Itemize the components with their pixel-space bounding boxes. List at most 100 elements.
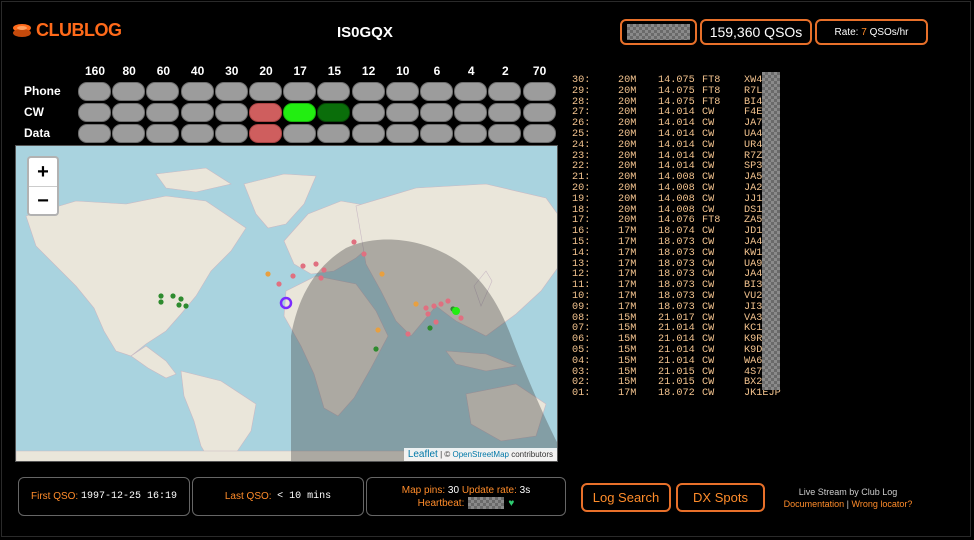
map-pin <box>373 346 379 352</box>
wrong-locator-link[interactable]: Wrong locator? <box>852 499 913 509</box>
log-mode: CW <box>702 193 715 205</box>
south-america <box>180 370 257 461</box>
band-cell <box>420 82 453 101</box>
band-cell <box>351 103 385 122</box>
band-cell <box>214 82 248 101</box>
redacted-heartbeat <box>468 497 505 509</box>
log-row: 04: 15M 21.014 CW WA6 <box>572 355 764 368</box>
map-pin <box>427 325 433 331</box>
band-cell <box>78 124 111 143</box>
map-pin <box>176 302 182 308</box>
osm-link[interactable]: OpenStreetMap <box>452 450 508 459</box>
band-cell <box>488 82 522 101</box>
map-pin <box>361 251 367 257</box>
log-freq: 14.008 <box>658 193 695 205</box>
band-cell <box>78 82 111 101</box>
mode-label: Phone <box>24 84 61 98</box>
zoom-in-button[interactable]: + <box>29 158 57 187</box>
band-cell <box>283 124 317 143</box>
band-header: 4 <box>467 64 475 78</box>
band-header: 2 <box>502 64 509 78</box>
map-attribution: Leaflet | © OpenStreetMap contributors <box>403 448 557 461</box>
band-cell <box>317 124 351 143</box>
clublog-logo[interactable]: CLUBLOG <box>12 20 122 41</box>
log-band: 15M <box>618 355 637 367</box>
qso-count: 159,360 QSOs <box>709 24 803 40</box>
update-rate-value: 3s <box>519 484 531 496</box>
zoom-out-button[interactable]: − <box>29 187 57 215</box>
log-freq: 18.073 <box>658 301 695 313</box>
band-cell <box>317 103 351 122</box>
log-band: 20M <box>618 139 637 151</box>
band-header: 12 <box>361 64 376 78</box>
log-n: 04: <box>572 355 591 367</box>
rate-label: Rate: <box>834 26 859 38</box>
band-header: 60 <box>156 64 171 78</box>
dx-spots-button[interactable]: DX Spots <box>676 483 765 512</box>
qso-map[interactable]: + − Leaflet | © OpenStreetMap contributo… <box>15 145 558 462</box>
heartbeat-icon: ♥ <box>508 497 515 509</box>
band-cell <box>180 82 214 101</box>
first-qso-box: First QSO: 1997-12-25 16:19 <box>18 477 190 516</box>
log-n: 14: <box>572 247 591 259</box>
leaflet-link[interactable]: Leaflet <box>408 449 438 460</box>
log-search-button[interactable]: Log Search <box>581 483 671 512</box>
log-n: 19: <box>572 193 591 205</box>
log-freq: 14.014 <box>658 139 695 151</box>
band-cell <box>112 124 146 143</box>
update-rate-label: Update rate: <box>461 484 517 496</box>
zoom-control: + − <box>27 156 59 216</box>
band-cell <box>146 103 180 122</box>
log-row: 29: 20M 14.075 FT8 R7L <box>572 85 764 98</box>
band-cell <box>112 82 146 101</box>
band-header: 30 <box>225 64 239 78</box>
band-header: 20 <box>259 64 273 78</box>
map-pin <box>158 293 164 299</box>
log-band: 20M <box>618 85 637 97</box>
map-pins-value: 30 <box>447 484 460 496</box>
band-cell <box>283 82 317 101</box>
band-header: 80 <box>122 64 136 78</box>
band-cell <box>522 103 556 122</box>
brand-name: CLUBLOG <box>36 20 122 40</box>
band-cell <box>420 124 453 143</box>
map-pin <box>313 261 319 267</box>
mode-label: Data <box>24 126 51 140</box>
log-row: 09: 17M 18.073 CW JI3 <box>572 301 764 314</box>
band-cell <box>146 82 180 101</box>
band-cell <box>283 103 317 122</box>
world-map <box>16 167 557 461</box>
documentation-link[interactable]: Documentation <box>784 499 845 509</box>
map-pin <box>321 267 327 273</box>
band-cell <box>522 82 556 101</box>
log-mode: CW <box>702 355 715 367</box>
map-pin <box>458 315 464 321</box>
band-cell <box>78 103 111 122</box>
map-pin <box>183 303 189 309</box>
arctic-islands <box>155 167 232 193</box>
redacted-callsigns <box>762 72 780 390</box>
qso-log-list: 30: 20M 14.075 FT8 XW4 29: 20M 14.075 FT8 R7L 28: 2… <box>572 75 781 400</box>
map-pin <box>423 305 429 311</box>
band-cell <box>385 103 419 122</box>
band-cell <box>112 103 146 122</box>
map-pin <box>351 239 357 245</box>
map-pin <box>425 311 431 317</box>
log-mode: CW <box>702 247 715 259</box>
log-row: 24: 20M 14.014 CW UR4 <box>572 139 764 152</box>
band-cell <box>488 103 522 122</box>
map-pin <box>318 275 324 281</box>
attribution-separator: | © <box>437 450 453 459</box>
map-stats-line1: Map pins: 30 Update rate: 3s <box>402 484 530 497</box>
map-pin <box>276 281 282 287</box>
log-n: 09: <box>572 301 591 313</box>
map-stats-box: Map pins: 30 Update rate: 3s Heartbeat: … <box>366 477 566 516</box>
log-call: UR4 <box>744 139 763 151</box>
map-pin <box>300 263 306 269</box>
band-cell <box>249 103 282 122</box>
log-band: 17M <box>618 388 637 400</box>
log-band: 20M <box>618 193 637 205</box>
map-pin <box>413 301 419 307</box>
band-header: 6 <box>433 64 441 78</box>
log-mode: FT8 <box>702 85 721 97</box>
